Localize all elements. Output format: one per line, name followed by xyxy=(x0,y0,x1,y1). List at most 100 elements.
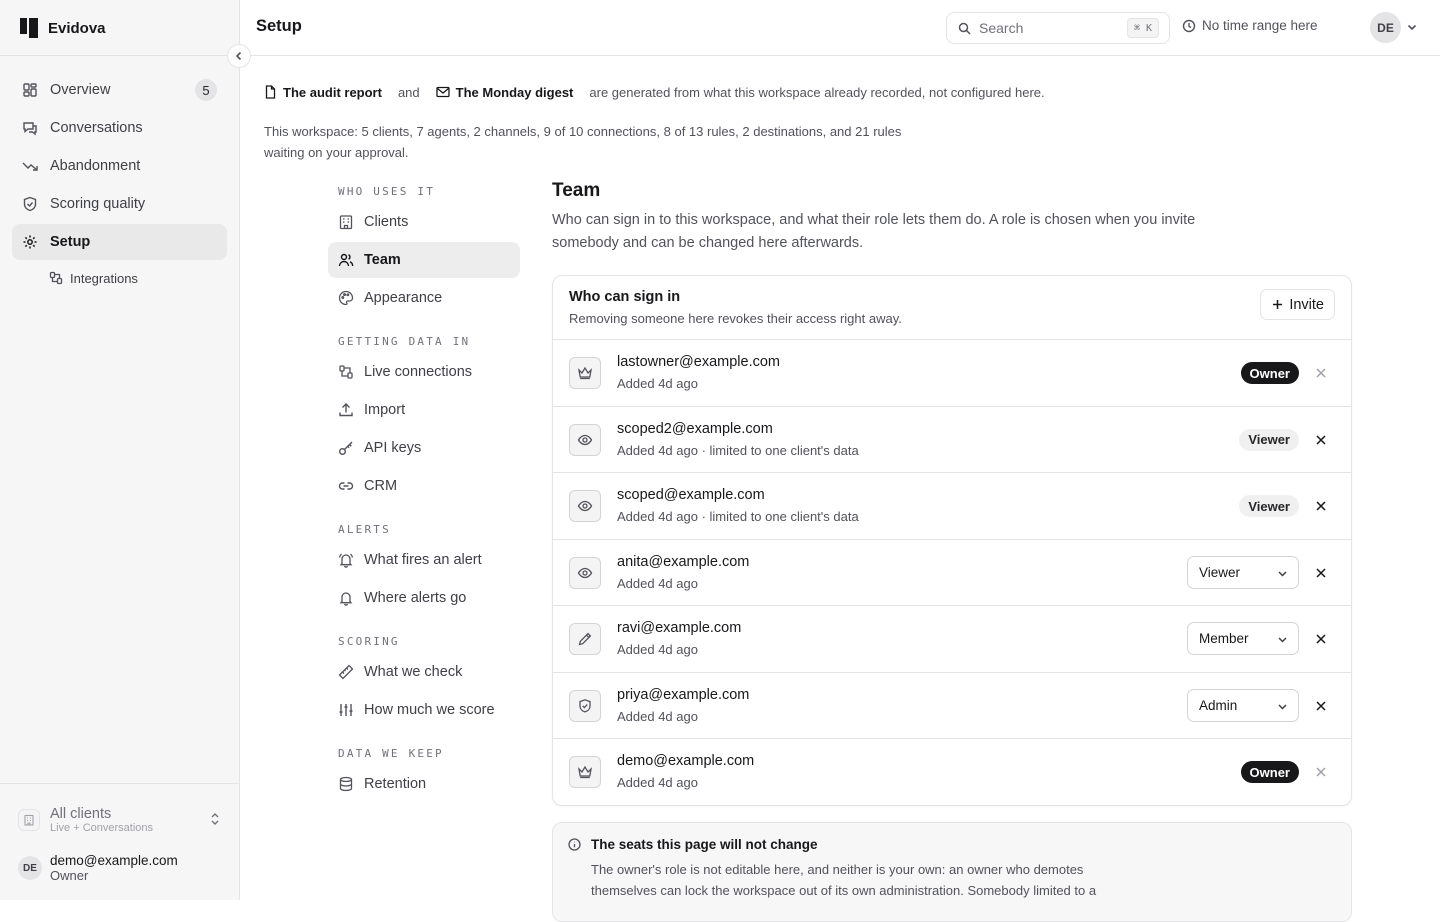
subnav-label: Retention xyxy=(364,776,427,792)
chevron-down-icon[interactable] xyxy=(1406,21,1418,33)
section-title: Team xyxy=(552,180,601,201)
role-badge: Viewer xyxy=(1239,428,1299,451)
member-row: ravi@example.com Added 4d ago Member xyxy=(553,606,1351,673)
remove-member-button[interactable] xyxy=(1315,567,1327,579)
close-icon xyxy=(1316,368,1326,378)
member-meta: Added 4d ago · limited to one client's d… xyxy=(617,509,859,524)
members-card: Who can sign in Removing someone here re… xyxy=(552,275,1352,806)
member-meta: Added 4d ago xyxy=(617,708,698,724)
role-select[interactable]: Admin xyxy=(1187,688,1299,722)
clock-icon xyxy=(1182,19,1196,32)
users-icon xyxy=(338,253,354,267)
search-icon xyxy=(958,22,971,35)
plug-icon xyxy=(339,365,353,379)
avatar[interactable]: DE xyxy=(1370,12,1401,43)
collapse-sidebar-button[interactable] xyxy=(227,44,251,68)
palette-icon xyxy=(338,290,354,306)
building-icon xyxy=(339,215,353,230)
role-select[interactable]: Viewer xyxy=(1187,555,1299,589)
subnav-item-clients[interactable]: Clients xyxy=(328,204,520,240)
remove-member-button[interactable] xyxy=(1315,500,1327,512)
subnav-item-what-fires-an-alert[interactable]: What fires an alert xyxy=(328,542,520,578)
chevron-down-icon xyxy=(1278,703,1287,710)
key-icon xyxy=(339,441,353,455)
subnav-item-import[interactable]: Import xyxy=(328,392,520,428)
pencil-icon xyxy=(569,623,601,655)
subnav-item-what-we-check[interactable]: What we check xyxy=(328,654,520,690)
sidebar-item-label: Conversations xyxy=(50,120,143,136)
subnav-item-retention[interactable]: Retention xyxy=(328,766,520,802)
top-bar: Setup Search ⌘ K No time range here DE xyxy=(240,0,1440,56)
card-subtitle: Removing someone here revokes their acce… xyxy=(569,311,902,326)
sidebar-item-overview[interactable]: Overview 5 xyxy=(12,72,227,108)
subnav-item-how-much-we-score[interactable]: How much we score xyxy=(328,692,520,728)
search-input[interactable]: Search ⌘ K xyxy=(946,12,1170,44)
sidebar-item-abandonment[interactable]: Abandonment xyxy=(12,148,227,184)
subnav-item-team[interactable]: Team xyxy=(328,242,520,278)
close-icon xyxy=(1316,767,1326,777)
brand[interactable]: Evidova xyxy=(20,16,106,40)
time-range: No time range here xyxy=(1182,18,1318,33)
member-email: demo@example.com xyxy=(617,753,755,769)
members-card-header: Who can sign in Removing someone here re… xyxy=(553,276,1351,340)
subnav-heading: ALERTS xyxy=(338,522,391,536)
member-meta: Added 4d ago xyxy=(617,775,698,790)
sidebar-bottom-divider xyxy=(0,783,240,784)
role-badge: Owner xyxy=(1240,761,1299,783)
subnav-item-live-connections[interactable]: Live connections xyxy=(328,354,520,390)
monday-digest-link[interactable]: The Monday digest xyxy=(436,85,573,100)
document-icon xyxy=(265,85,276,99)
seats-note-body: The owner's role is not editable here, a… xyxy=(591,862,1097,898)
remove-member-button[interactable] xyxy=(1315,700,1327,712)
sidebar: Evidova Overview 5 Conversations Abandon… xyxy=(0,0,251,900)
bell-icon xyxy=(339,592,353,606)
link-icon xyxy=(338,482,354,490)
sidebar-item-integrations[interactable]: Integrations xyxy=(12,262,227,294)
sidebar-item-scoring-quality[interactable]: Scoring quality xyxy=(12,186,227,222)
role-select-value: Viewer xyxy=(1199,564,1241,580)
current-user[interactable]: DE demo@example.com Owner xyxy=(18,850,228,886)
brand-name: Evidova xyxy=(48,19,106,37)
chevron-left-icon xyxy=(235,51,242,61)
plus-icon xyxy=(1273,300,1283,309)
subnav-item-where-alerts-go[interactable]: Where alerts go xyxy=(328,580,520,616)
sidebar-sub-label: Integrations xyxy=(70,270,138,286)
card-title: Who can sign in xyxy=(569,289,681,305)
client-switch-title: All clients xyxy=(50,806,112,822)
sidebar-item-label: Overview xyxy=(50,82,111,98)
subnav-label: What we check xyxy=(364,664,463,680)
shield-check-icon xyxy=(23,196,37,212)
sidebar-item-setup[interactable]: Setup xyxy=(12,224,227,260)
role-badge: Viewer xyxy=(1239,495,1299,517)
eye-icon xyxy=(569,556,601,589)
member-row: priya@example.com Added 4d ago Admin xyxy=(553,673,1351,739)
remove-member-button[interactable] xyxy=(1315,633,1327,645)
role-select-value: Admin xyxy=(1199,697,1238,713)
chevron-down-icon xyxy=(1278,570,1287,577)
workspace-summary: This workspace: 5 clients, 7 agents, 2 c… xyxy=(264,124,902,160)
subnav-item-api-keys[interactable]: API keys xyxy=(328,430,520,466)
subnav-item-crm[interactable]: CRM xyxy=(328,468,520,504)
subnav-item-appearance[interactable]: Appearance xyxy=(328,280,520,316)
audit-report-link[interactable]: The audit report xyxy=(264,85,382,100)
subnav-label: API keys xyxy=(364,440,422,456)
seats-note-title: The seats this page will not change xyxy=(591,837,818,852)
member-meta: Added 4d ago xyxy=(617,642,698,657)
shield-icon xyxy=(569,689,601,722)
remove-member-button[interactable] xyxy=(1315,434,1327,446)
info-icon xyxy=(568,838,581,851)
sliders-icon xyxy=(339,704,353,716)
member-row: anita@example.com Added 4d ago Viewer xyxy=(553,540,1351,606)
count-badge: 5 xyxy=(195,79,217,101)
role-select[interactable]: Member xyxy=(1187,622,1299,655)
sidebar-nav: Overview 5 Conversations Abandonment Sco… xyxy=(12,72,227,294)
subnav-label: Clients xyxy=(364,214,409,230)
time-range-label: No time range here xyxy=(1202,18,1318,33)
member-email: priya@example.com xyxy=(617,686,750,703)
section-description: Who can sign in to this workspace, and w… xyxy=(552,212,1196,251)
search-shortcut: ⌘ K xyxy=(1126,18,1159,38)
sidebar-item-conversations[interactable]: Conversations xyxy=(12,110,227,146)
invite-button[interactable]: Invite xyxy=(1260,289,1335,320)
role-badge: Owner xyxy=(1240,362,1299,384)
client-switcher[interactable]: All clients Live + Conversations xyxy=(12,798,227,842)
